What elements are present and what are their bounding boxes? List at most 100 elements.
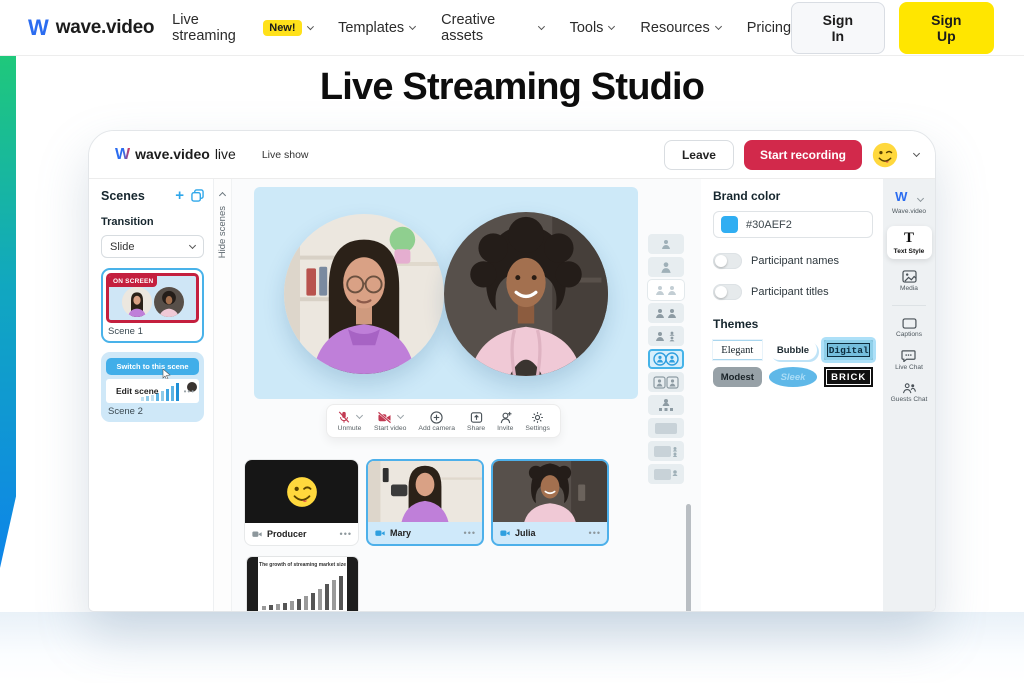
winking-emoji-icon [285,475,319,509]
nav-item-creative-assets[interactable]: Creative assets [441,12,543,44]
layout-option-main-plus-stack[interactable] [648,326,684,346]
layout-option-duo-boxed[interactable] [648,372,684,392]
scene-2-label: Scene 2 [106,403,199,420]
layout-option-solo[interactable] [648,234,684,254]
start-recording-button[interactable]: Start recording [744,140,862,170]
transition-select[interactable]: Slide [101,235,204,258]
nav-item-pricing[interactable]: Pricing [747,20,791,36]
vertical-scrollbar[interactable] [686,504,691,612]
toolbar-divider [892,305,926,306]
brand-settings-panel: Brand color #30AEF2 Participant names Pa… [701,179,885,611]
studio-brand-logo[interactable]: W wave.video live [115,146,236,164]
scene-2-menu-icon[interactable]: ••• [184,387,195,396]
call-control-bar: Unmute Start video Add camera [326,404,561,438]
layout-option-screen-plus-one[interactable] [648,441,684,461]
add-camera-button[interactable]: Add camera [418,410,455,432]
brand-color-input[interactable]: #30AEF2 [713,211,873,238]
theme-modest[interactable]: Modest [713,367,762,387]
user-avatar[interactable] [872,142,898,168]
mini-avatar-mary [122,287,152,317]
unmute-button[interactable]: Unmute [337,410,362,432]
scenes-title: Scenes [101,189,145,203]
sign-up-button[interactable]: Sign Up [899,2,994,54]
nav-item-resources[interactable]: Resources [640,20,720,36]
layout-selector [648,234,686,484]
nav-item-templates[interactable]: Templates [338,20,415,36]
participant-titles-toggle[interactable] [713,284,742,300]
toolbar-live-chat[interactable]: Live Chat [895,349,923,371]
theme-brick[interactable]: BRICK [824,367,873,387]
color-swatch[interactable] [721,216,738,233]
wave-logo-icon: W [28,17,49,39]
slide-letterbox [247,557,258,612]
camera-on-icon [374,528,386,538]
share-screen-button[interactable]: Share [467,410,485,432]
layout-option-screen-plus-two[interactable] [648,464,684,484]
tray-tile-slide[interactable]: The growth of streaming market size [246,556,359,612]
chevron-down-icon [715,22,722,29]
edit-scene-button[interactable]: Edit scene [116,386,159,396]
text-style-icon: T [904,231,914,246]
right-toolbar: W Wave.video T Text Style Media Captions [883,179,935,611]
studio-screenshot-card: W wave.video live Live show Leave Start … [88,130,936,612]
layout-option-duo[interactable] [648,303,684,323]
toolbar-wave-video[interactable]: W Wave.video [892,188,926,215]
chevron-down-icon [917,195,924,202]
theme-elegant[interactable]: Elegant [713,340,762,360]
chevron-left-icon [219,192,226,199]
start-video-button[interactable]: Start video [374,410,407,432]
gear-icon [531,410,544,424]
nav-item-tools[interactable]: Tools [570,20,615,36]
tile-menu-icon[interactable]: ••• [340,529,352,539]
tray-tile-julia[interactable]: Julia ••• [491,459,609,546]
chat-bubble-icon [901,349,916,362]
layout-option-duo-wide[interactable] [648,280,684,300]
wave-logo-icon: W [895,189,907,204]
chevron-down-icon [409,22,416,29]
media-image-icon [902,270,917,283]
layout-option-screen-only[interactable] [648,418,684,438]
theme-bubble[interactable]: Bubble [769,340,818,360]
theme-digital-selected[interactable]: Digital [824,340,873,360]
participant-names-toggle[interactable] [713,253,742,269]
mic-off-icon [337,410,362,424]
nav-item-live-streaming[interactable]: Live streaming New! [172,12,312,44]
brand-name: wave.video [56,17,154,39]
brand-logo[interactable]: W wave.video [28,17,154,39]
mary-video [368,461,482,522]
toolbar-guests-chat[interactable]: Guests Chat [891,382,928,403]
layout-option-speaker-audience[interactable] [648,395,684,415]
theme-sleek[interactable]: Sleek [769,367,818,387]
nav-auth-buttons: Sign In Sign Up [791,2,994,54]
toolbar-captions[interactable]: Captions [896,318,922,338]
toolbar-text-style-selected[interactable]: T Text Style [887,226,932,259]
toolbar-media[interactable]: Media [900,270,918,292]
hide-scenes-tab[interactable]: Hide scenes [214,179,232,611]
invite-button[interactable]: Invite [497,410,513,432]
chevron-down-icon [189,241,196,248]
tile-menu-icon[interactable]: ••• [464,528,476,538]
sign-in-button[interactable]: Sign In [791,2,885,54]
slide-letterbox [347,557,358,612]
layout-option-solo-large[interactable] [648,257,684,277]
tray-tile-mary[interactable]: Mary ••• [366,459,484,546]
layout-option-oval-duo-selected[interactable] [648,349,684,369]
tray-tile-producer[interactable]: Producer ••• [244,459,359,546]
add-scene-icon[interactable]: + [175,188,184,203]
invite-person-icon [498,410,512,424]
tile-menu-icon[interactable]: ••• [589,528,601,538]
mini-avatar-julia [154,287,184,317]
duplicate-scene-icon[interactable] [191,189,204,202]
julia-video [493,461,607,522]
leave-button[interactable]: Leave [664,140,734,170]
chevron-down-icon[interactable] [913,149,920,156]
scene-1-thumbnail: ON SCREEN [106,273,199,323]
scene-1-card[interactable]: ON SCREEN Scene 1 [101,268,204,343]
add-circle-icon [430,410,443,424]
switch-scene-button[interactable]: Switch to this scene [106,358,199,375]
scene-2-card[interactable]: Switch to this scene Edit scene ••• Scen… [101,352,204,422]
settings-button[interactable]: Settings [525,410,550,432]
studio-topbar: W wave.video live Live show Leave Start … [89,131,935,179]
nav-items: Live streaming New! Templates Creative a… [172,12,791,44]
on-screen-badge: ON SCREEN [109,276,157,287]
